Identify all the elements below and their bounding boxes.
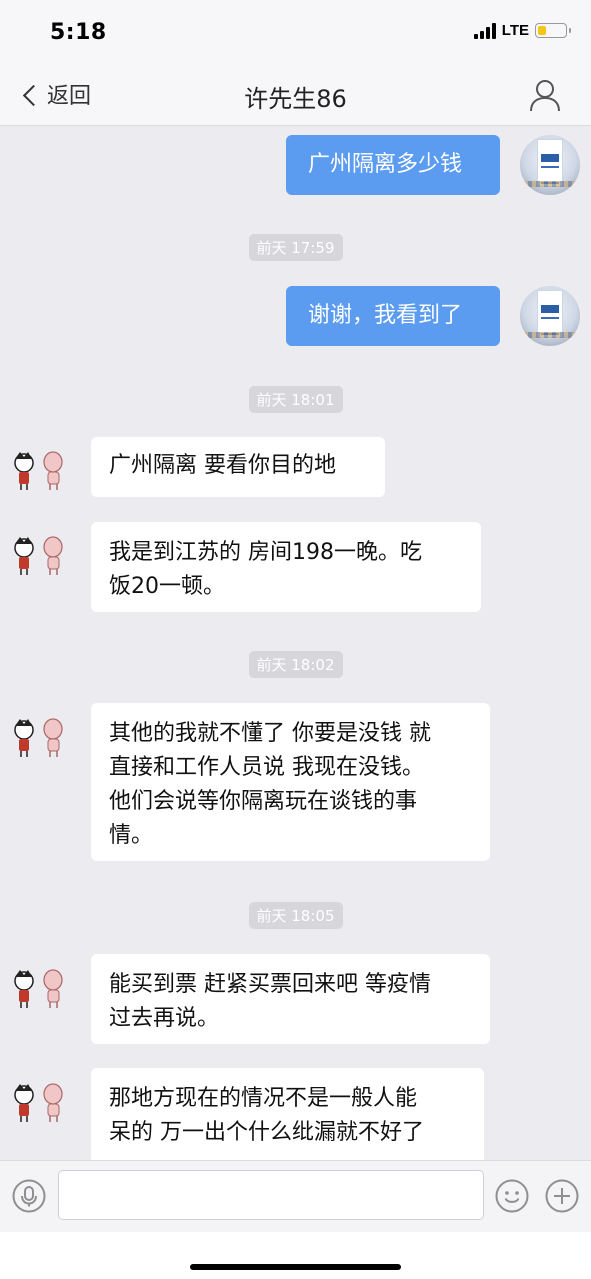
timestamp: 前天 18:02 <box>0 651 591 678</box>
timestamp: 前天 17:59 <box>0 234 591 261</box>
battery-level <box>538 26 546 35</box>
contact-avatar-icon[interactable] <box>10 967 66 1009</box>
message-line: 呆的 万一出个什么纰漏就不好了 <box>109 1120 424 1145</box>
plus-icon[interactable] <box>545 1179 579 1213</box>
message-line: 他们会说等你隔离玩在谈钱的事 <box>109 789 418 814</box>
timestamp: 前天 18:05 <box>0 902 591 929</box>
message-line: 能买到票 赶紧买票回来吧 等疫情 <box>109 972 431 997</box>
status-bar: 5:18 LTE <box>0 0 591 64</box>
signal-icon <box>473 22 496 39</box>
message-line: 直接和工作人员说 我现在没钱。 <box>109 755 424 780</box>
microphone-icon[interactable] <box>12 1179 46 1213</box>
message-bubble-incoming[interactable]: 其他的我就不懂了 你要是没钱 就 直接和工作人员说 我现在没钱。 他们会说等你隔… <box>91 703 490 861</box>
contact-avatar-icon[interactable] <box>10 1081 66 1123</box>
message-line: 过去再说。 <box>109 1006 220 1031</box>
message-line: 其他的我就不懂了 你要是没钱 就 <box>109 721 431 746</box>
water-purifier-sign <box>537 290 563 338</box>
timestamp: 前天 18:01 <box>0 386 591 413</box>
home-area <box>0 1232 591 1279</box>
person-icon[interactable] <box>529 78 561 112</box>
input-bar <box>0 1160 591 1232</box>
message-line: 那地方现在的情况不是一般人能 <box>109 1086 418 1111</box>
message-input[interactable] <box>58 1170 484 1220</box>
self-avatar[interactable] <box>520 286 580 346</box>
status-indicators: LTE <box>473 22 571 39</box>
message-line: 饭20一顿。 <box>109 574 225 599</box>
message-bubble-incoming[interactable]: 能买到票 赶紧买票回来吧 等疫情 过去再说。 <box>91 954 490 1044</box>
nav-bar: 返回 许先生86 <box>0 64 591 126</box>
contact-avatar-icon[interactable] <box>10 449 66 491</box>
message-bubble-outgoing[interactable]: 广州隔离多少钱 <box>286 135 500 195</box>
contact-avatar-icon[interactable] <box>10 534 66 576</box>
chat-area[interactable]: 广州隔离多少钱 前天 17:59 谢谢，我看到了 前天 18:01 广州隔离 要… <box>0 126 591 1160</box>
contact-avatar-icon[interactable] <box>10 716 66 758</box>
message-bubble-incoming[interactable]: 我是到江苏的 房间198一晚。吃 饭20一顿。 <box>91 522 481 612</box>
smiley-icon[interactable] <box>495 1179 529 1213</box>
message-line: 情。 <box>109 823 154 848</box>
battery-icon <box>535 23 571 38</box>
message-bubble-incoming[interactable]: 广州隔离 要看你目的地 <box>91 437 385 497</box>
message-bubble-outgoing[interactable]: 谢谢，我看到了 <box>286 286 500 346</box>
chat-title: 许先生86 <box>244 85 347 113</box>
self-avatar[interactable] <box>520 135 580 195</box>
home-indicator[interactable] <box>190 1264 401 1270</box>
network-label: LTE <box>501 22 529 39</box>
message-line: 我是到江苏的 房间198一晚。吃 <box>109 540 422 565</box>
water-purifier-sign <box>537 139 563 187</box>
status-time: 5:18 <box>50 20 107 45</box>
message-bubble-incoming[interactable]: 那地方现在的情况不是一般人能 呆的 万一出个什么纰漏就不好了 <box>91 1068 484 1160</box>
